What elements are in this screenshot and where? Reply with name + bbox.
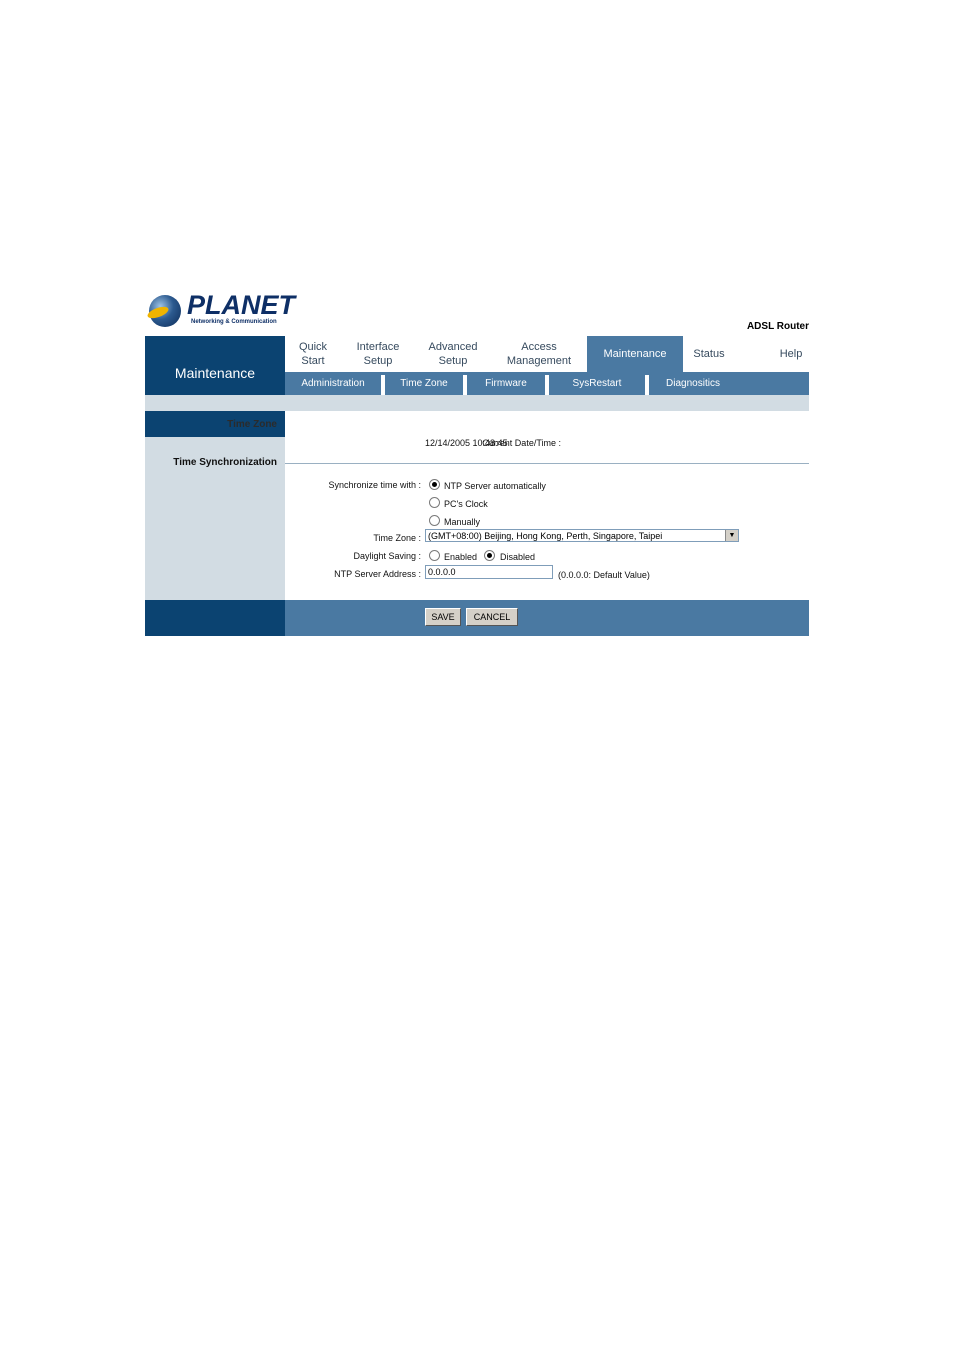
tab-label: Quick	[298, 341, 328, 353]
tab-label: Setup	[438, 355, 468, 367]
cancel-button[interactable]: CANCEL	[466, 608, 518, 626]
radio-label-disabled: Disabled	[500, 552, 536, 562]
tab-label: Maintenance	[603, 348, 667, 360]
sidebar-time-zone: Time Zone	[145, 411, 285, 437]
ntp-server-input[interactable]	[425, 565, 553, 579]
sub-nav: Administration Time Zone Firmware SysRes…	[285, 372, 809, 395]
planet-logo: PLANET Networking & Communication	[149, 290, 295, 330]
ntp-hint: (0.0.0.0: Default Value)	[558, 570, 650, 580]
chevron-down-icon[interactable]: ▼	[725, 530, 738, 541]
radio-label-pc-clock: PC's Clock	[444, 499, 488, 509]
subtab-sysrestart[interactable]: SysRestart	[549, 372, 645, 395]
tab-label: Setup	[363, 355, 393, 367]
footer-left	[145, 600, 285, 636]
settings-form: Current Date/Time : 12/14/2005 10:48:45 …	[285, 411, 809, 600]
tab-label: Advanced	[428, 341, 478, 353]
subtab-time-zone[interactable]: Time Zone	[385, 372, 463, 395]
tab-label: Help	[779, 348, 803, 360]
tab-access-management[interactable]: Access Management	[491, 336, 587, 372]
save-button[interactable]: SAVE	[425, 608, 461, 626]
tab-help[interactable]: Help	[765, 336, 817, 372]
radio-pc-clock[interactable]	[429, 497, 440, 508]
radio-daylight-enabled[interactable]	[429, 550, 440, 561]
sidebar-time-sync: Time Synchronization	[173, 457, 277, 468]
radio-label-manually: Manually	[444, 517, 481, 527]
radio-label-enabled: Enabled	[444, 552, 478, 562]
tab-label: Start	[301, 355, 325, 367]
time-zone-value: (GMT+08:00) Beijing, Hong Kong, Perth, S…	[428, 530, 663, 541]
globe-icon	[149, 295, 181, 327]
radio-manually[interactable]	[429, 515, 440, 526]
subtab-firmware[interactable]: Firmware	[467, 372, 545, 395]
subtab-administration[interactable]: Administration	[285, 372, 381, 395]
sync-label: Synchronize time with :	[328, 480, 421, 490]
time-zone-select[interactable]: (GMT+08:00) Beijing, Hong Kong, Perth, S…	[425, 529, 739, 542]
radio-daylight-disabled[interactable]	[484, 550, 495, 561]
tab-quick-start[interactable]: Quick Start	[285, 336, 341, 372]
left-sidebar: Time Zone Time Synchronization	[145, 411, 285, 600]
subtab-diagnostics[interactable]: Diagnositics	[649, 372, 737, 395]
tab-interface-setup[interactable]: Interface Setup	[341, 336, 415, 372]
tab-advanced-setup[interactable]: Advanced Setup	[415, 336, 491, 372]
divider	[285, 463, 809, 464]
tab-label: Status	[693, 348, 725, 360]
footer-actions: SAVE CANCEL	[285, 600, 809, 636]
header: PLANET Networking & Communication ADSL R…	[145, 288, 809, 334]
logo-text: PLANET	[187, 290, 295, 320]
time-zone-label: Time Zone :	[373, 533, 421, 543]
tab-label: Interface	[356, 341, 400, 353]
daylight-saving-label: Daylight Saving :	[353, 551, 421, 561]
spacer-band	[145, 395, 809, 411]
ntp-server-label: NTP Server Address :	[334, 569, 421, 579]
radio-label-ntp: NTP Server automatically	[444, 481, 546, 491]
tab-label: Access	[521, 341, 557, 353]
radio-ntp-server[interactable]	[429, 479, 440, 490]
tab-status[interactable]: Status	[683, 336, 735, 372]
logo-tagline: Networking & Communication	[191, 319, 277, 325]
main-nav: Quick Start Interface Setup Advanced Setup …	[145, 336, 809, 410]
product-name: ADSL Router	[746, 321, 809, 332]
tab-label: Management	[506, 355, 572, 367]
tab-maintenance[interactable]: Maintenance	[587, 336, 683, 372]
current-datetime-value: 12/14/2005 10:48:45	[425, 438, 508, 448]
router-admin-frame: PLANET Networking & Communication ADSL R…	[145, 288, 809, 636]
